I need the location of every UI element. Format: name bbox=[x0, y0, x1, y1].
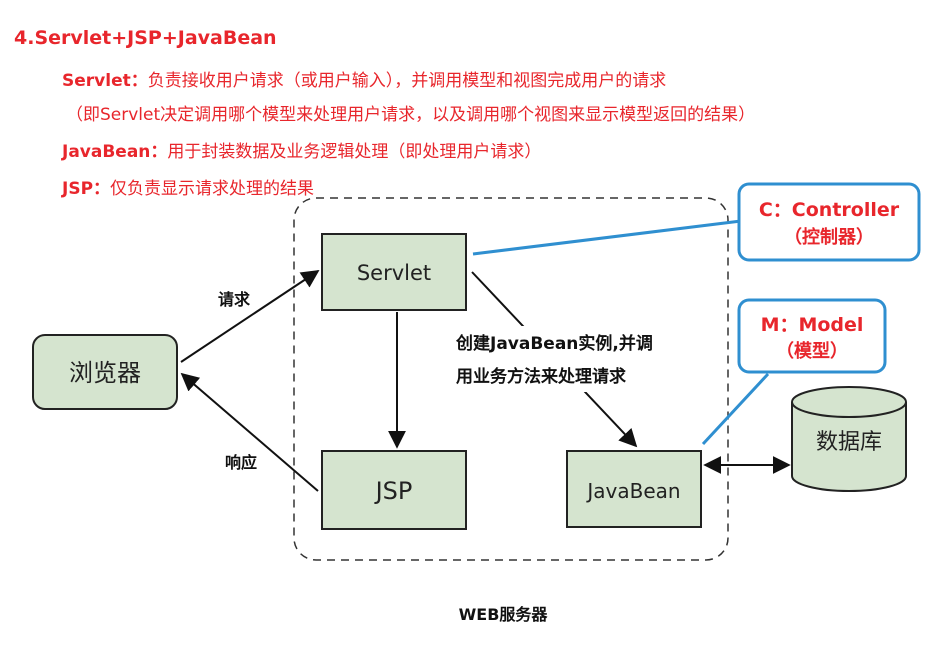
database-label: 数据库 bbox=[816, 430, 882, 455]
response-arrow bbox=[180, 372, 319, 492]
request-arrow bbox=[180, 270, 320, 363]
response-label: 响应 bbox=[225, 453, 257, 472]
servlet-label: Servlet bbox=[357, 261, 431, 285]
model-callout-line bbox=[701, 372, 770, 446]
browser-label: 浏览器 bbox=[69, 359, 141, 387]
mvc-diagram: C：Controller （控制器） M：Model （模型） 浏览器 Serv… bbox=[32, 182, 921, 624]
javabean-label: JavaBean bbox=[585, 479, 680, 503]
model-callout-title: M：Model bbox=[761, 314, 864, 336]
create-label-line1: 创建JavaBean实例,并调 bbox=[455, 333, 653, 354]
controller-callout-line bbox=[472, 219, 742, 256]
controller-callout-subtitle: （控制器） bbox=[784, 226, 874, 248]
model-callout-subtitle: （模型） bbox=[776, 340, 848, 362]
controller-callout-title: C：Controller bbox=[759, 199, 900, 221]
request-label: 请求 bbox=[218, 290, 251, 309]
controller-callout bbox=[737, 182, 921, 262]
web-server-label: WEB服务器 bbox=[459, 605, 549, 624]
create-label-line2: 用业务方法来处理请求 bbox=[456, 366, 626, 387]
jsp-label: JSP bbox=[374, 477, 413, 505]
